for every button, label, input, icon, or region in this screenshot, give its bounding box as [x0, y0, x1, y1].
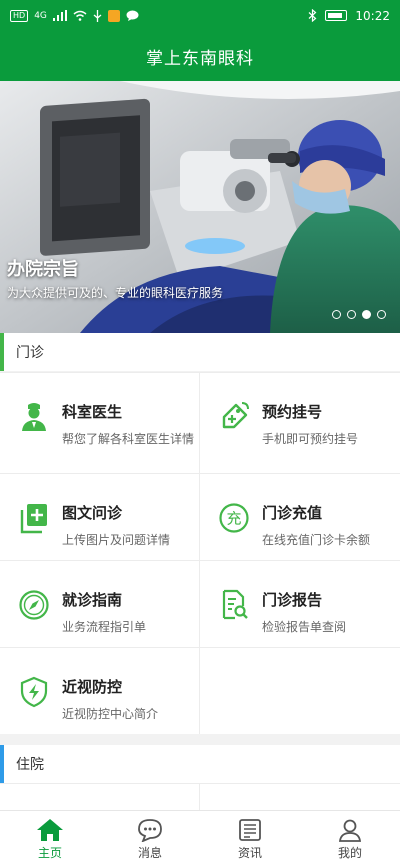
nav-home[interactable]: 主页	[0, 811, 100, 867]
doctor-icon	[22, 403, 46, 431]
service-title: 门诊报告	[262, 591, 323, 609]
network-label: HD	[10, 9, 29, 22]
inpatient-grid-peek	[0, 783, 400, 811]
service-desc: 检验报告单查阅	[262, 620, 347, 634]
service-text: 预约挂号 手机即可预约挂号	[262, 401, 400, 447]
banner-subtitle: 为大众提供可及的、专业的眼科医疗服务	[7, 286, 224, 300]
service-text: 门诊报告 检验报告单查阅	[262, 589, 400, 635]
service-text: 就诊指南 业务流程指引单	[62, 589, 200, 635]
service-title: 门诊充值	[262, 504, 323, 522]
nav-messages[interactable]: 消息	[100, 811, 200, 867]
status-time: 10:22	[355, 8, 390, 23]
service-department-doctors[interactable]: 科室医生 帮您了解各科室医生详情	[0, 373, 199, 459]
section-inpatient-label: 住院	[16, 757, 44, 773]
bluetooth-icon	[308, 9, 317, 22]
compass-icon	[19, 590, 49, 620]
usb-icon	[93, 9, 102, 22]
page-title: 掌上东南眼科	[146, 48, 254, 69]
recharge-icon: 充	[219, 503, 249, 533]
nav-profile-label: 我的	[337, 845, 362, 860]
carousel-dot-active[interactable]	[362, 310, 371, 319]
service-title: 科室医生	[62, 403, 123, 421]
battery-icon	[325, 10, 348, 21]
carousel-dot[interactable]	[377, 310, 386, 319]
bottom-nav: 主页 消息 资讯 我的	[0, 810, 400, 867]
service-title: 图文问诊	[62, 504, 123, 522]
service-desc: 在线充值门诊卡余额	[262, 533, 371, 547]
service-title: 就诊指南	[62, 591, 123, 609]
divider-vertical	[199, 372, 200, 734]
status-left: HD 4G	[10, 9, 139, 22]
add-document-icon	[20, 504, 47, 534]
service-desc: 业务流程指引单	[62, 620, 147, 634]
message-notification-icon	[126, 10, 139, 21]
service-recharge[interactable]: 充 门诊充值 在线充值门诊卡余额	[200, 474, 399, 560]
service-myopia-control[interactable]: 近视防控 近视防控中心简介	[0, 648, 199, 734]
service-desc: 帮您了解各科室医生详情	[62, 432, 195, 446]
nav-news-label: 资讯	[237, 845, 262, 860]
service-desc: 手机即可预约挂号	[262, 432, 359, 446]
banner-carousel[interactable]: 办院宗旨 为大众提供可及的、专业的眼科医疗服务	[0, 81, 400, 333]
news-icon	[239, 818, 261, 841]
divider-vertical	[199, 784, 200, 811]
nav-news[interactable]: 资讯	[200, 811, 300, 867]
signal-label: 4G	[34, 10, 47, 21]
nav-home-label: 主页	[37, 845, 62, 860]
user-icon	[338, 819, 362, 842]
home-icon	[37, 818, 63, 841]
outpatient-grid: 科室医生 帮您了解各科室医生详情 预约挂号 手机即可预约挂号 图文问诊 上传图片…	[0, 372, 400, 734]
section-outpatient-label: 门诊	[16, 345, 44, 361]
status-right: 10:22	[308, 9, 390, 23]
section-inpatient-header: 住院	[0, 745, 400, 783]
service-outpatient-report[interactable]: 门诊报告 检验报告单查阅	[200, 561, 399, 647]
service-title: 预约挂号	[262, 403, 323, 421]
service-text: 科室医生 帮您了解各科室医生详情	[62, 401, 200, 447]
signal-icon	[52, 10, 67, 21]
svg-text:充: 充	[226, 510, 241, 528]
service-text: 图文问诊 上传图片及问题详情	[62, 502, 200, 548]
nav-messages-label: 消息	[137, 845, 162, 860]
section-accent-bar	[0, 745, 4, 783]
shield-bolt-icon	[20, 676, 48, 708]
service-appointment[interactable]: 预约挂号 手机即可预约挂号	[200, 373, 399, 459]
banner-title: 办院宗旨	[7, 259, 79, 280]
status-bar: HD 4G 10:22	[0, 0, 400, 31]
app-header: 掌上东南眼科	[0, 31, 400, 81]
service-desc: 近视防控中心简介	[62, 707, 159, 721]
nav-profile[interactable]: 我的	[300, 811, 400, 867]
report-search-icon	[222, 589, 248, 620]
wifi-icon	[73, 10, 87, 21]
service-visit-guide[interactable]: 就诊指南 业务流程指引单	[0, 561, 199, 647]
service-image-consult[interactable]: 图文问诊 上传图片及问题详情	[0, 474, 199, 560]
section-accent-bar	[0, 333, 4, 371]
carousel-dot[interactable]	[332, 310, 341, 319]
carousel-dot[interactable]	[347, 310, 356, 319]
app-notification-icon	[107, 9, 120, 22]
service-text: 近视防控 近视防控中心简介	[62, 676, 200, 722]
service-desc: 上传图片及问题详情	[62, 533, 171, 547]
carousel-indicators	[332, 310, 386, 319]
section-outpatient-header: 门诊	[0, 333, 400, 371]
tag-icon	[222, 402, 249, 429]
service-text: 门诊充值 在线充值门诊卡余额	[262, 502, 400, 548]
service-title: 近视防控	[62, 678, 123, 696]
chat-icon	[138, 818, 162, 842]
